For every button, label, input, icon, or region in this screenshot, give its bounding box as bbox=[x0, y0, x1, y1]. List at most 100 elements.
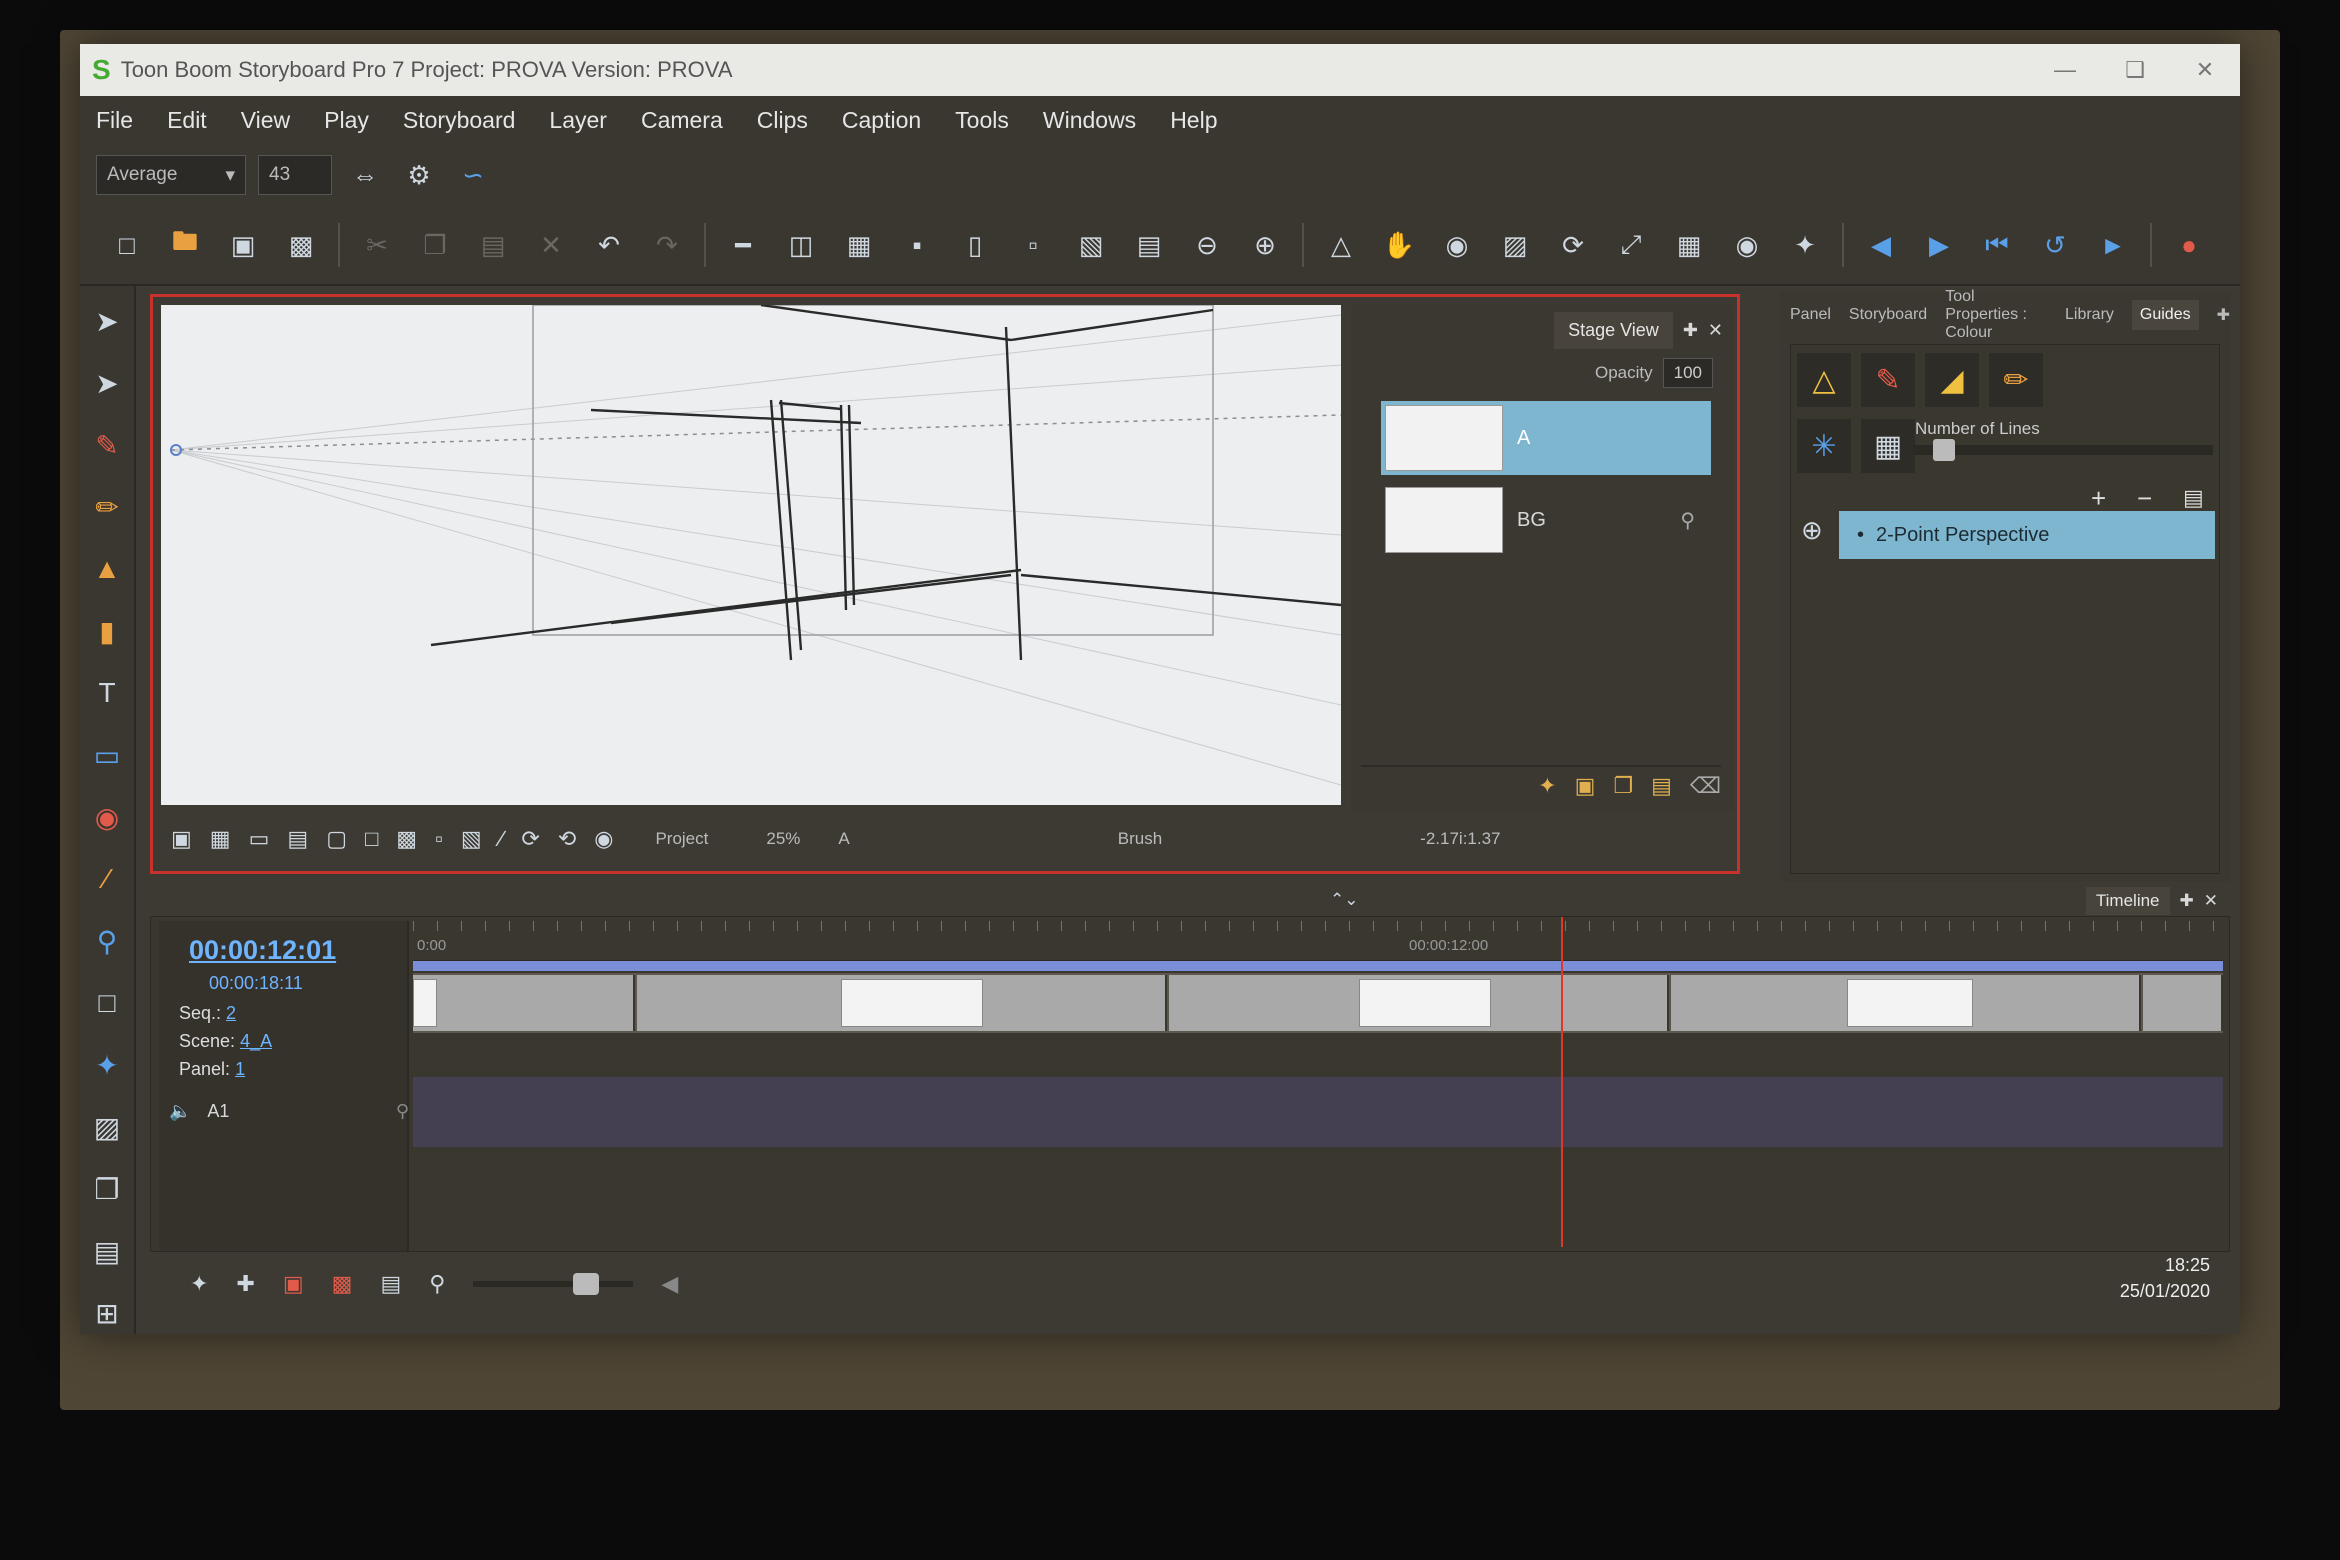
select-icon[interactable]: ➤ bbox=[85, 300, 129, 342]
trash-icon[interactable]: ⌫ bbox=[1690, 773, 1721, 799]
add-view-icon[interactable]: ✚ bbox=[2180, 891, 2194, 911]
menu-tools[interactable]: Tools bbox=[955, 107, 1009, 134]
camera-move-icon[interactable]: ◉ bbox=[1726, 224, 1768, 266]
loop-icon[interactable]: ↺ bbox=[2034, 224, 2076, 266]
ruler-icon[interactable]: ∕ bbox=[500, 826, 504, 852]
perspective-guide-icon[interactable]: ✳ bbox=[1797, 419, 1851, 473]
menu-windows[interactable]: Windows bbox=[1043, 107, 1136, 134]
sound-icon[interactable]: ● bbox=[2168, 224, 2210, 266]
duplicate-layer-icon[interactable]: ❐ bbox=[1613, 773, 1633, 799]
layer-tool-icon[interactable]: ▨ bbox=[1494, 224, 1536, 266]
tab-tool-properties[interactable]: Tool Properties : Colour bbox=[1945, 288, 2047, 342]
add-view-icon[interactable]: ✚ bbox=[1683, 320, 1698, 341]
crop-icon[interactable]: □ bbox=[85, 982, 129, 1024]
lock-icon[interactable]: ⚲ bbox=[1680, 508, 1695, 533]
collapse-arrows-icon[interactable]: ⌃⌄ bbox=[1330, 890, 1359, 910]
number-of-lines-slider[interactable] bbox=[1913, 439, 2213, 461]
redo-icon[interactable]: ↷ bbox=[646, 224, 688, 266]
layout-icon[interactable]: ▪ bbox=[896, 224, 938, 266]
playhead[interactable] bbox=[1561, 917, 1563, 1247]
camera-icon[interactable]: ▣ bbox=[171, 826, 192, 852]
stabilizer-icon[interactable]: ∽ bbox=[452, 154, 494, 196]
reset-rotation-icon[interactable]: ⟲ bbox=[558, 826, 576, 852]
paste-icon[interactable]: ▤ bbox=[472, 224, 514, 266]
brush-guide-icon[interactable]: ✎ bbox=[1861, 353, 1915, 407]
menu-layer[interactable]: Layer bbox=[549, 107, 607, 134]
scene-link[interactable]: 4_A bbox=[240, 1031, 272, 1051]
add-panel-icon[interactable]: ⊞ bbox=[85, 1292, 129, 1334]
film-icon[interactable]: ▤ bbox=[1128, 224, 1170, 266]
add-guide-icon[interactable]: + bbox=[2091, 483, 2106, 514]
onion-skin-icon[interactable]: ▩ bbox=[396, 826, 417, 852]
menu-clips[interactable]: Clips bbox=[757, 107, 808, 134]
panel-view-icon[interactable]: ▫ bbox=[1012, 224, 1054, 266]
rotate-view-icon[interactable]: ⟳ bbox=[521, 826, 539, 852]
next-frame-icon[interactable]: ▶ bbox=[1918, 224, 1960, 266]
text-icon[interactable]: T bbox=[85, 672, 129, 714]
seq-link[interactable]: 2 bbox=[226, 1003, 236, 1023]
view-mode-label[interactable]: Project bbox=[655, 829, 708, 849]
menu-caption[interactable]: Caption bbox=[842, 107, 921, 134]
menu-storyboard[interactable]: Storyboard bbox=[403, 107, 516, 134]
remove-guide-icon[interactable]: − bbox=[2137, 483, 2152, 514]
grid-guide-icon[interactable]: ▦ bbox=[1861, 419, 1915, 473]
zoom-level[interactable]: 25% bbox=[766, 829, 800, 849]
panel-link[interactable]: 1 bbox=[235, 1059, 245, 1079]
add-bitmap-layer-icon[interactable]: ▣ bbox=[1575, 773, 1596, 799]
add-panel-icon[interactable]: ▩ bbox=[332, 1271, 353, 1297]
delete-icon[interactable]: ✕ bbox=[530, 224, 572, 266]
eyedropper-icon[interactable]: ⁄ bbox=[85, 858, 129, 900]
menu-camera[interactable]: Camera bbox=[641, 107, 723, 134]
scene-track[interactable] bbox=[413, 961, 2223, 971]
new-icon[interactable]: □ bbox=[106, 224, 148, 266]
layer-folder-icon[interactable]: ▤ bbox=[1651, 773, 1672, 799]
set-square-icon[interactable]: ◢ bbox=[1925, 353, 1979, 407]
menu-view[interactable]: View bbox=[241, 107, 290, 134]
brush-preset-dropdown[interactable]: Average ▾ bbox=[96, 155, 246, 195]
menu-help[interactable]: Help bbox=[1170, 107, 1217, 134]
lock-icon[interactable]: ⚲ bbox=[396, 1101, 409, 1122]
split-icon[interactable]: ▯ bbox=[954, 224, 996, 266]
gear-icon[interactable]: ⚙ bbox=[398, 154, 440, 196]
3d-icon[interactable]: △ bbox=[1320, 224, 1362, 266]
drawing-canvas[interactable] bbox=[161, 305, 1341, 805]
maximize-button[interactable]: ❑ bbox=[2100, 57, 2170, 83]
grid-toggle-icon[interactable]: ▦ bbox=[210, 826, 231, 852]
minimize-button[interactable]: — bbox=[2030, 57, 2100, 83]
hand-icon[interactable]: ✋ bbox=[1378, 224, 1420, 266]
line-tool-icon[interactable]: ━ bbox=[722, 224, 764, 266]
opacity-field[interactable]: 100 bbox=[1662, 358, 1713, 388]
layers-icon[interactable]: ❐ bbox=[85, 1168, 129, 1210]
perspective-icon[interactable]: ◫ bbox=[780, 224, 822, 266]
current-timecode[interactable]: 00:00:12:01 bbox=[189, 935, 336, 966]
grid-icon[interactable]: ▦ bbox=[838, 224, 880, 266]
reposition-icon[interactable]: ▨ bbox=[85, 1106, 129, 1148]
frame-icon[interactable]: ▢ bbox=[326, 826, 347, 852]
panel-view-icon[interactable]: ▧ bbox=[461, 826, 482, 852]
add-vector-layer-icon[interactable]: ✦ bbox=[1538, 773, 1556, 799]
menu-play[interactable]: Play bbox=[324, 107, 369, 134]
split-icon[interactable]: ✦ bbox=[190, 1271, 208, 1297]
save-as-icon[interactable]: ▩ bbox=[280, 224, 322, 266]
field-guide-icon[interactable]: ▤ bbox=[287, 826, 308, 852]
pencil-icon[interactable]: ✏ bbox=[85, 486, 129, 528]
tab-guides[interactable]: Guides bbox=[2131, 300, 2199, 330]
slider-handle[interactable] bbox=[573, 1273, 600, 1295]
timeline-zoom-slider[interactable] bbox=[473, 1273, 634, 1295]
paint-bucket-icon[interactable]: ◉ bbox=[85, 796, 129, 838]
rotate-tool-icon[interactable]: ⟳ bbox=[1552, 224, 1594, 266]
first-frame-icon[interactable]: ⏮ bbox=[1976, 224, 2018, 266]
tab-stage-view[interactable]: Stage View bbox=[1554, 311, 1673, 349]
guide-list-item[interactable]: • 2-Point Perspective bbox=[1839, 511, 2215, 559]
frame-icon[interactable]: □ bbox=[365, 826, 378, 852]
save-icon[interactable]: ▣ bbox=[222, 224, 264, 266]
cut-icon[interactable]: ✂ bbox=[356, 224, 398, 266]
close-view-icon[interactable]: ✕ bbox=[1708, 320, 1723, 341]
layer-row-a[interactable]: A bbox=[1381, 401, 1711, 475]
cutter-icon[interactable]: ✦ bbox=[85, 1044, 129, 1086]
tab-panel[interactable]: Panel bbox=[1790, 306, 1831, 324]
zoom-icon[interactable]: ⚲ bbox=[429, 1271, 445, 1297]
panel-clip[interactable] bbox=[2143, 975, 2223, 1031]
scale-tool-icon[interactable]: ⤢ bbox=[1610, 224, 1652, 266]
layer-row-bg[interactable]: BG ⚲ bbox=[1381, 483, 1711, 557]
